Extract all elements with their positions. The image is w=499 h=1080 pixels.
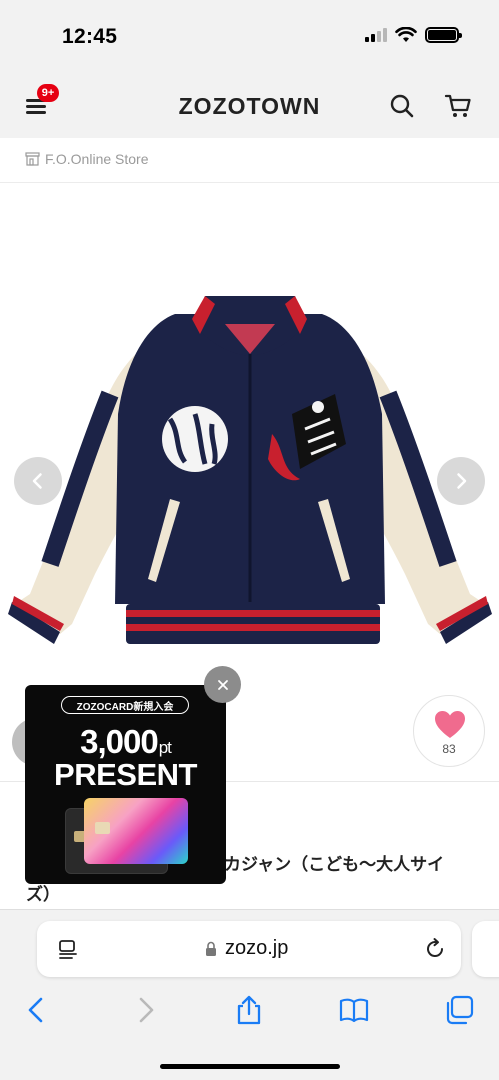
favorite-button[interactable]: 83: [413, 695, 485, 767]
browser-bottom-bar: zozo.jp: [0, 909, 499, 1080]
carousel-prev-button[interactable]: [14, 457, 62, 505]
store-bar[interactable]: F.O.Online Store: [0, 138, 499, 183]
url-text[interactable]: zozo.jp: [225, 937, 288, 960]
store-icon: [25, 152, 40, 166]
battery-icon: [425, 27, 462, 43]
next-tab-address-bar[interactable]: [472, 921, 499, 977]
heart-icon: [435, 711, 465, 738]
product-name-line-2: ズ）: [26, 885, 60, 904]
zozocard-promo-banner[interactable]: ZOZOCARD新規入会 3,000pt PRESENT: [25, 685, 226, 884]
gradient-card-image: [84, 798, 188, 864]
promo-headline: PRESENT: [54, 757, 197, 792]
lock-icon: [206, 941, 216, 956]
promo-pill-label: ZOZOCARD新規入会: [61, 696, 189, 714]
promo-amount: 3,000pt: [80, 723, 172, 760]
address-bar[interactable]: zozo.jp: [37, 921, 461, 977]
chevron-left-icon: [32, 473, 42, 489]
promo-close-button[interactable]: [204, 666, 241, 703]
cellular-signal-icon: [365, 28, 387, 42]
bookmarks-icon[interactable]: [338, 994, 370, 1026]
tabs-icon[interactable]: [443, 994, 475, 1026]
cart-icon[interactable]: [444, 92, 472, 120]
zozotown-logo[interactable]: ZOZOTOWN: [0, 93, 499, 120]
home-indicator: [160, 1064, 340, 1069]
store-name-link[interactable]: F.O.Online Store: [45, 151, 149, 167]
share-icon[interactable]: [233, 994, 265, 1026]
reload-icon[interactable]: [423, 937, 447, 961]
carousel-next-button[interactable]: [437, 457, 485, 505]
chevron-right-icon: [457, 473, 467, 489]
forward-icon[interactable]: [129, 994, 161, 1026]
favorite-count: 83: [442, 742, 456, 756]
search-icon[interactable]: [388, 92, 416, 120]
status-bar: 12:45: [0, 0, 499, 72]
wifi-icon: [395, 27, 417, 42]
status-time: 12:45: [62, 25, 118, 48]
close-icon: [217, 679, 228, 690]
app-header: 9+ ZOZOTOWN: [0, 72, 499, 138]
back-icon[interactable]: [21, 994, 53, 1026]
page-menu-icon[interactable]: [57, 938, 79, 960]
status-icons: [365, 27, 462, 43]
